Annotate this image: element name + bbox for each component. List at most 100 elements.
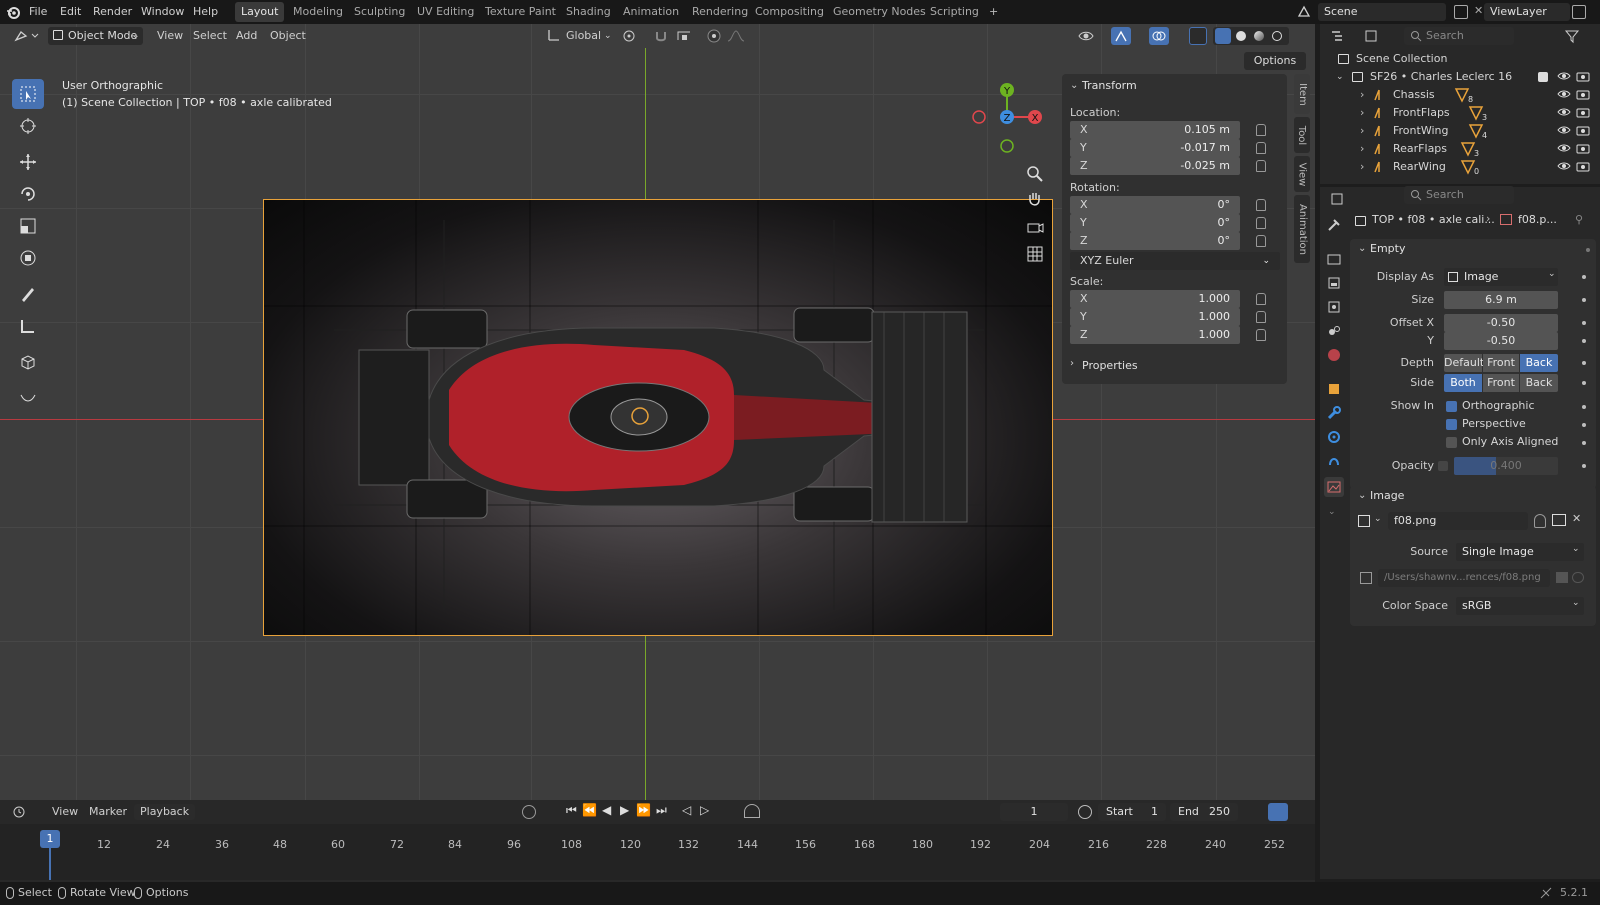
next-marker-icon[interactable]: ▷ (700, 803, 709, 817)
wireframe-shading-icon[interactable] (1215, 28, 1231, 44)
zoom-icon[interactable] (1025, 164, 1045, 184)
filter-icon[interactable] (1564, 28, 1580, 44)
viewport-menu-object[interactable]: Object (270, 28, 306, 44)
rotate-tool[interactable] (12, 179, 44, 209)
depth-default-option[interactable]: Default (1444, 354, 1484, 372)
timeline-editor-icon[interactable] (12, 804, 38, 820)
tab-item[interactable]: Item (1294, 74, 1310, 114)
outliner-item-chassis[interactable]: › Chassis 8 (1320, 86, 1600, 104)
play-reverse-icon[interactable]: ◀ (602, 803, 611, 817)
color-space-select[interactable]: sRGB (1456, 597, 1584, 615)
start-frame-field[interactable]: Start 1 (1098, 803, 1166, 821)
camera-view-icon[interactable] (1025, 217, 1045, 237)
scene-selector[interactable]: Scene (1318, 3, 1446, 21)
transform-orientation[interactable]: Global (566, 28, 601, 44)
chevron-down-icon[interactable]: ⌄ (1374, 514, 1382, 524)
eye-icon[interactable] (1557, 159, 1571, 179)
keyframe-dot[interactable] (1582, 441, 1586, 445)
offset-x-field[interactable]: -0.50 (1444, 314, 1558, 332)
rotation-y-field[interactable]: Y 0° (1070, 214, 1240, 232)
navigation-gizmo[interactable]: Y X Z (962, 80, 1042, 160)
tab-shading[interactable]: Shading (560, 2, 617, 22)
menu-help[interactable]: Help (193, 0, 218, 24)
solid-shading-icon[interactable] (1236, 31, 1246, 41)
keyframe-dot[interactable] (1582, 321, 1586, 325)
rotation-mode-select[interactable]: XYZ Euler ⌄ (1070, 252, 1280, 270)
location-z-field[interactable]: Z -0.025 m (1070, 157, 1240, 175)
viewport-menu-add[interactable]: Add (236, 28, 257, 44)
side-back-option[interactable]: Back (1520, 374, 1558, 392)
lock-icon[interactable] (1256, 311, 1266, 323)
proportional-edit-icon[interactable] (706, 28, 722, 44)
xray-toggle-icon[interactable] (1189, 27, 1207, 45)
include-checkbox[interactable] (1538, 72, 1548, 82)
reload-icon[interactable] (1572, 572, 1584, 583)
extra-tool-icon[interactable] (12, 383, 44, 413)
object-properties-icon[interactable] (1326, 381, 1342, 397)
timeline-track[interactable]: 1 12 24 36 48 60 72 84 96 108 120 132 14… (0, 824, 1315, 880)
overlays-toggle-icon[interactable] (1149, 27, 1169, 45)
end-frame-field[interactable]: End 250 (1170, 803, 1238, 821)
chevron-down-icon[interactable]: ⌄ (604, 28, 612, 44)
image-browse-icon[interactable] (1358, 515, 1370, 527)
tool-properties-icon[interactable] (1326, 217, 1342, 233)
output-properties-icon[interactable] (1326, 275, 1342, 291)
keyframe-dot[interactable] (1582, 381, 1586, 385)
material-shading-icon[interactable] (1254, 31, 1264, 41)
lock-icon[interactable] (1256, 160, 1266, 172)
keying-icon[interactable] (744, 804, 760, 818)
side-front-option[interactable]: Front (1483, 374, 1519, 392)
keyframe-dot[interactable] (1582, 361, 1586, 365)
keyframe-dot[interactable] (1582, 464, 1586, 468)
constraint-properties-icon[interactable] (1326, 453, 1342, 469)
rotation-z-field[interactable]: Z 0° (1070, 232, 1240, 250)
outliner-item-frontflaps[interactable]: › FrontFlaps 3 (1320, 104, 1600, 122)
lock-icon[interactable] (1256, 293, 1266, 305)
tab-rendering[interactable]: Rendering (686, 2, 754, 22)
chevron-down-icon[interactable]: ⌄ (1336, 68, 1344, 86)
orthographic-checkbox[interactable] (1446, 401, 1457, 412)
perspective-checkbox[interactable] (1446, 419, 1457, 430)
mode-selector[interactable]: Object Mode ⌄ (48, 27, 143, 45)
image-panel-title[interactable]: Image (1370, 489, 1404, 502)
add-workspace-icon[interactable]: + (983, 2, 1004, 22)
keyframe-dot[interactable] (1582, 405, 1586, 409)
options-button[interactable]: Options (1244, 52, 1306, 70)
scale-y-field[interactable]: Y 1.000 (1070, 308, 1240, 326)
opacity-field[interactable]: 0.400 (1454, 457, 1558, 475)
tab-layout[interactable]: Layout (235, 2, 285, 22)
scale-tool[interactable] (12, 211, 44, 241)
network-icon[interactable] (1540, 887, 1552, 899)
properties-panel-title[interactable]: Properties (1082, 359, 1138, 372)
scale-z-field[interactable]: Z 1.000 (1070, 326, 1240, 344)
menu-window[interactable]: Window (141, 0, 184, 24)
jump-end-icon[interactable]: ⏭ (656, 803, 667, 818)
next-keyframe-icon[interactable]: ⏩ (636, 803, 651, 817)
pivot-icon[interactable] (622, 28, 640, 44)
editor-type-icon[interactable] (14, 28, 40, 44)
side-both-option[interactable]: Both (1444, 374, 1482, 392)
transform-panel-title[interactable]: Transform (1082, 79, 1137, 92)
empty-panel-title[interactable]: Empty (1370, 242, 1405, 255)
outliner-root[interactable]: Scene Collection (1320, 50, 1600, 68)
annotate-tool[interactable] (12, 279, 44, 309)
properties-editor-icon[interactable] (1330, 191, 1356, 207)
lock-icon[interactable] (1256, 235, 1266, 247)
tab-animation[interactable]: Animation (617, 2, 685, 22)
playhead[interactable]: 1 (40, 830, 60, 848)
source-select[interactable]: Single Image (1456, 543, 1584, 561)
falloff-icon[interactable] (726, 28, 746, 44)
keyframe-dot[interactable] (1582, 339, 1586, 343)
scene-icon[interactable] (1296, 4, 1312, 20)
timeline-menu-playback[interactable]: Playback (134, 804, 196, 820)
reference-image[interactable] (263, 199, 1053, 636)
snap-icon[interactable] (654, 28, 672, 44)
chevron-right-icon[interactable]: › (1070, 358, 1074, 369)
keyframe-dot[interactable] (1582, 298, 1586, 302)
stopwatch-icon[interactable] (1078, 805, 1092, 819)
display-mode-icon[interactable] (1364, 28, 1390, 44)
tab-sculpting[interactable]: Sculpting (348, 2, 411, 22)
chevron-right-icon[interactable]: › (1360, 140, 1364, 158)
duplicate-image-icon[interactable] (1552, 514, 1566, 526)
chevron-right-icon[interactable]: › (1360, 158, 1364, 176)
